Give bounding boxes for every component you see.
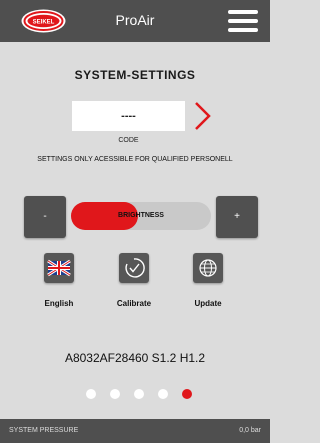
brightness-decrease-button[interactable]: -: [24, 196, 66, 238]
code-label: CODE: [118, 137, 139, 144]
page-dot[interactable]: [134, 389, 144, 399]
status-bar: SYSTEM PRESSURE 0,0 bar: [0, 419, 270, 443]
update-label: Update: [194, 299, 222, 308]
brightness-increase-button[interactable]: +: [216, 196, 258, 238]
uk-flag-icon: [47, 259, 71, 277]
english-label: English: [44, 299, 74, 308]
brightness-label: BRIGHTNESS: [118, 212, 164, 219]
calibrate-icon: [125, 258, 145, 278]
version-text: A8032AF28460 S1.2 H1.2: [64, 351, 206, 365]
page-title: SYSTEM-SETTINGS: [74, 68, 196, 82]
page-dot[interactable]: [86, 389, 96, 399]
update-button[interactable]: [193, 253, 223, 283]
english-language-button[interactable]: [44, 253, 74, 283]
page-dot[interactable]: [110, 389, 120, 399]
hamburger-menu-icon[interactable]: [228, 10, 258, 32]
page-dot[interactable]: [158, 389, 168, 399]
system-pressure-value: 0,0 bar: [239, 427, 261, 434]
code-input[interactable]: ----: [72, 101, 185, 131]
globe-icon: [199, 259, 217, 277]
system-pressure-label: SYSTEM PRESSURE: [9, 427, 79, 434]
calibrate-button[interactable]: [119, 253, 149, 283]
page-indicator: [86, 389, 196, 399]
chevron-right-icon[interactable]: [192, 100, 214, 132]
calibrate-label: Calibrate: [116, 299, 152, 308]
warning-text: SETTINGS ONLY ACESSIBLE FOR QUALIFIED PE…: [37, 156, 233, 163]
app-header: SEIKEL ProAir: [0, 0, 270, 42]
page-dot[interactable]: [182, 389, 192, 399]
